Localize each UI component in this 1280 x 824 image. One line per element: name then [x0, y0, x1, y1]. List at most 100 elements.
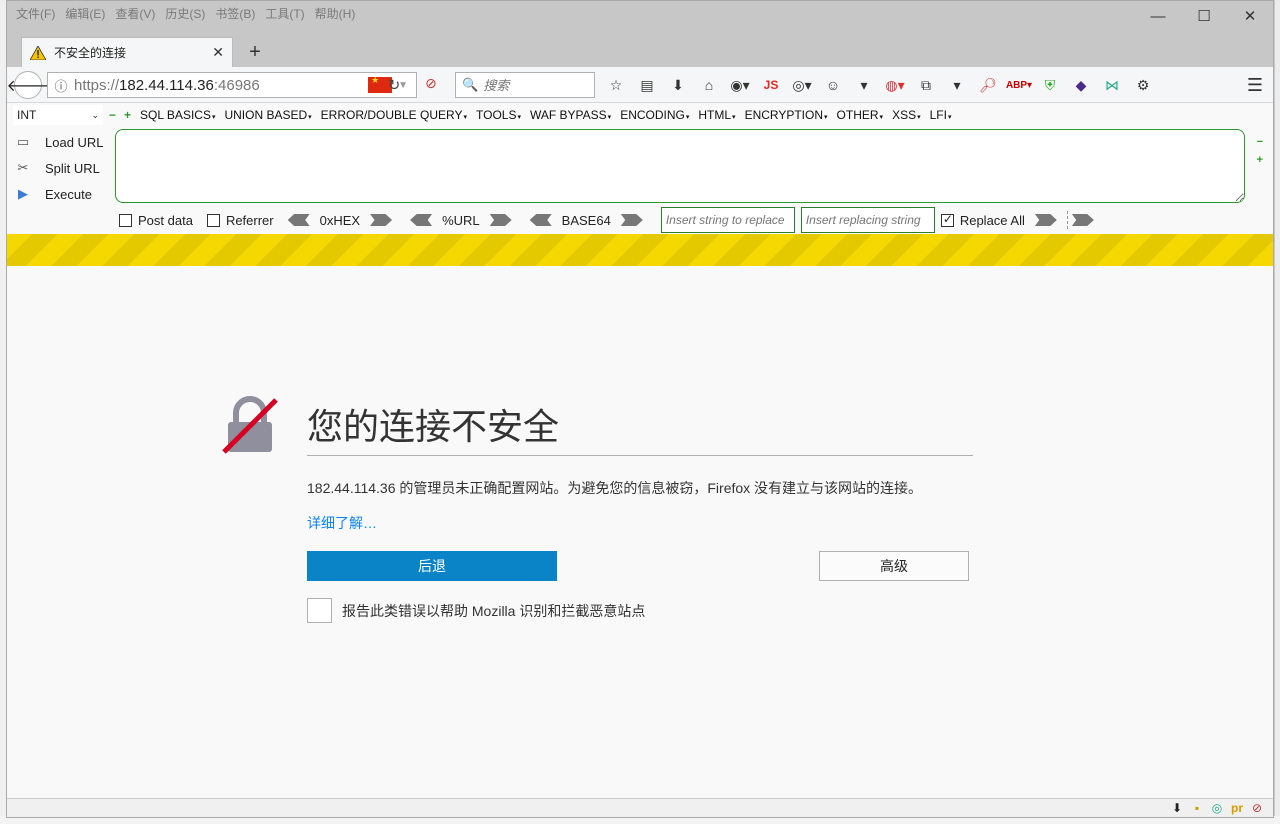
overflow2-icon[interactable]: ▾ — [944, 73, 970, 97]
referrer-checkbox[interactable]: Referrer — [206, 213, 274, 228]
menu-html[interactable]: HTML — [698, 108, 735, 122]
menu-sql-basics[interactable]: SQL BASICS — [140, 108, 215, 122]
load-url-button[interactable]: ▭ Load URL — [13, 129, 104, 155]
settings-icon[interactable]: ⚙ — [1130, 73, 1156, 97]
type-select[interactable]: INT ⌄ — [13, 105, 103, 125]
chrome-icon[interactable]: ◎ — [1209, 801, 1225, 815]
replace-all-checkbox[interactable]: Replace All — [940, 212, 1025, 228]
menu-waf-bypass[interactable]: WAF BYPASS — [530, 108, 611, 122]
scissors-icon: ✂ — [17, 160, 29, 175]
menu-union-based[interactable]: UNION BASED — [224, 108, 311, 122]
addon-icon[interactable]: ◉▾ — [727, 73, 753, 97]
diamond-icon[interactable]: ◆ — [1068, 73, 1094, 97]
search-icon: 🔍 — [462, 77, 479, 92]
no-script-icon[interactable]: ⊘ — [1249, 801, 1265, 815]
star-icon[interactable]: ☆ — [603, 73, 629, 97]
url-port: :46986 — [213, 76, 260, 94]
execute-button[interactable]: ▶ Execute — [13, 181, 104, 207]
close-window-icon[interactable]: ✕ — [1227, 1, 1273, 31]
new-tab-icon[interactable]: + — [241, 39, 269, 65]
encode-arrow-icon[interactable] — [489, 214, 512, 226]
split-url-button[interactable]: ✂ Split URL — [13, 155, 104, 181]
play-icon: ▶ — [18, 186, 28, 201]
menu-file[interactable]: 文件(F) — [11, 1, 60, 23]
menu-tools[interactable]: 工具(T) — [260, 1, 309, 23]
wappalyzer-icon[interactable]: ⋈ — [1099, 73, 1125, 97]
decode-arrow-icon[interactable] — [529, 214, 552, 226]
sync-icon[interactable]: ⧉ — [913, 73, 939, 97]
menu-bookmarks[interactable]: 书签(B) — [210, 1, 260, 23]
menu-encoding[interactable]: ENCODING — [620, 108, 689, 122]
post-data-checkbox[interactable]: Post data — [119, 213, 193, 228]
menu-other[interactable]: OTHER — [837, 108, 884, 122]
menu-icon[interactable]: ☰ — [1247, 75, 1263, 96]
adblock-icon[interactable]: ABP▾ — [1006, 73, 1032, 97]
menu-history[interactable]: 历史(S) — [160, 1, 210, 23]
info-icon[interactable]: ⓘ — [48, 76, 74, 95]
search-input[interactable] — [483, 77, 584, 93]
reader-icon[interactable]: ▤ — [634, 73, 660, 97]
hackbar-actions: ▭ Load URL ✂ Split URL ▶ Execute — [13, 129, 104, 207]
minimize-icon[interactable]: — — [1135, 1, 1181, 31]
decode-arrow-icon[interactable] — [287, 214, 310, 226]
checkbox-icon — [206, 213, 220, 227]
no-script-icon[interactable]: ⊘ — [425, 75, 437, 92]
replace-back-arrow-icon[interactable] — [1071, 214, 1094, 226]
overflow-icon[interactable]: ▾ — [851, 73, 877, 97]
menu-error-double-query[interactable]: ERROR/DOUBLE QUERY — [321, 108, 467, 122]
download-icon[interactable]: ⬇ — [665, 73, 691, 97]
hackbar-options: Post data Referrer 0xHEX %URL BASE64 Rep… — [119, 207, 1094, 233]
tab-insecure-connection[interactable]: 不安全的连接 ✕ — [21, 37, 233, 67]
download-icon[interactable]: ⬇ — [1169, 801, 1185, 815]
zoom-icon[interactable]: 🔎︎ — [975, 73, 1001, 97]
warning-icon — [30, 45, 46, 60]
page-title: 您的连接不安全 — [307, 407, 560, 448]
chevron-down-icon: ⌄ — [91, 109, 99, 120]
menu-tools[interactable]: TOOLS — [476, 108, 521, 122]
advanced-button[interactable]: 高级 — [819, 551, 969, 581]
broken-lock-icon — [222, 396, 278, 454]
back-arrow-icon[interactable]: 🡐 — [7, 71, 49, 99]
url-bar[interactable]: ⓘ https://182.44.114.36:46986 ▼ — [47, 72, 417, 98]
report-errors-checkbox[interactable]: 报告此类错误以帮助 Mozilla 识别和拦截恶意站点 — [307, 598, 645, 623]
page-rank-icon[interactable]: pr — [1229, 801, 1245, 815]
plus-icon[interactable]: + — [1257, 151, 1263, 169]
base64-coder: BASE64 — [529, 212, 643, 228]
menu-edit[interactable]: 编辑(E) — [60, 1, 110, 23]
minus-icon[interactable]: − — [109, 108, 116, 122]
pdf-icon[interactable]: ▪ — [1189, 801, 1205, 815]
menu-lfi[interactable]: LFI — [930, 108, 952, 122]
encode-arrow-icon[interactable] — [370, 214, 393, 226]
menu-view[interactable]: 查看(V) — [110, 1, 160, 23]
learn-more-link[interactable]: 详细了解… — [307, 513, 377, 533]
replace-all-label: Replace All — [959, 212, 1025, 228]
plus-icon[interactable]: + — [124, 108, 131, 122]
replace-arrow-icon[interactable] — [1034, 214, 1057, 226]
firebug-icon[interactable]: ◍▾ — [882, 73, 908, 97]
replace-string-input[interactable] — [660, 207, 795, 233]
chrome-icon[interactable]: ◎▾ — [789, 73, 815, 97]
home-icon[interactable]: ⌂ — [696, 73, 722, 97]
maximize-icon[interactable]: ☐ — [1181, 1, 1227, 31]
encode-arrow-icon[interactable] — [620, 214, 643, 226]
report-label: 报告此类错误以帮助 Mozilla 识别和拦截恶意站点 — [342, 602, 646, 619]
checkbox-icon — [119, 213, 132, 227]
menu-encryption[interactable]: ENCRYPTION — [745, 108, 828, 122]
js-icon[interactable]: JS — [758, 73, 784, 97]
url-coder: %URL — [410, 213, 512, 228]
decode-arrow-icon[interactable] — [410, 214, 433, 226]
tab-close-icon[interactable]: ✕ — [212, 44, 224, 61]
titlebar: 文件(F) 编辑(E) 查看(V) 历史(S) 书签(B) 工具(T) 帮助(H… — [7, 1, 1273, 67]
menu-help[interactable]: 帮助(H) — [310, 1, 361, 23]
url-text[interactable]: https://182.44.114.36:46986 — [74, 77, 368, 94]
palette-icon[interactable]: ☺ — [820, 73, 846, 97]
menu-xss[interactable]: XSS — [892, 108, 921, 122]
search-box[interactable]: 🔍 — [455, 72, 595, 98]
hackbar-url-textarea[interactable] — [115, 129, 1245, 203]
reload-icon[interactable]: ↻ — [383, 73, 405, 97]
go-back-button[interactable]: 后退 — [307, 551, 557, 581]
base64-label: BASE64 — [561, 212, 611, 228]
minus-icon[interactable]: − — [1257, 133, 1263, 151]
replacing-string-input[interactable] — [800, 207, 935, 233]
shield-icon[interactable]: ⛨ — [1037, 73, 1063, 97]
